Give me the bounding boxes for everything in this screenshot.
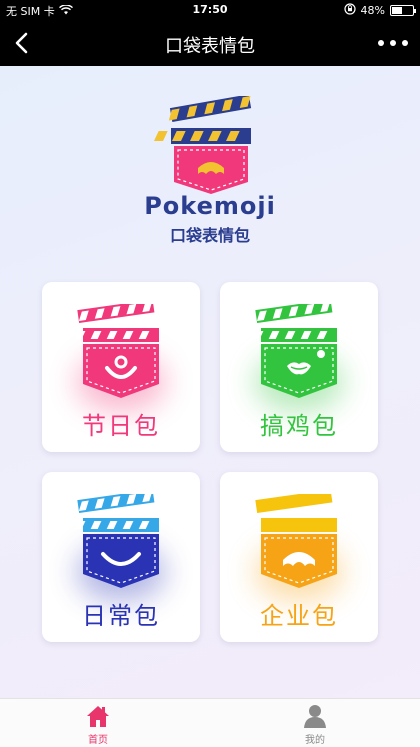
status-right: 48% [343, 3, 416, 18]
nav-bar: 口袋表情包 [0, 20, 420, 66]
page-title: 口袋表情包 [165, 36, 255, 57]
more-menu-icon[interactable] [378, 30, 408, 56]
category-label-funny: 搞鸡包 [260, 412, 338, 440]
battery-percent: 48% [360, 4, 385, 17]
main-content: Pokemoji 口袋表情包 节日包 搞鸡包 日常包 企业包 [0, 66, 420, 698]
category-card-daily[interactable]: 日常包 [42, 472, 200, 642]
tab-home[interactable]: 首页 [58, 703, 138, 746]
logo-subtitle: 口袋表情包 [169, 226, 250, 245]
category-card-funny[interactable]: 搞鸡包 [220, 282, 378, 452]
festival-pocket-icon [74, 304, 159, 398]
category-label-festival: 节日包 [82, 412, 160, 440]
enterprise-pocket-icon [255, 494, 337, 588]
tab-label-home: 首页 [88, 735, 108, 746]
battery-level [392, 7, 402, 14]
category-label-daily: 日常包 [82, 602, 160, 630]
category-card-enterprise[interactable]: 企业包 [220, 472, 378, 642]
tab-label-me: 我的 [305, 735, 325, 746]
category-card-festival[interactable]: 节日包 [42, 282, 200, 452]
tab-me[interactable]: 我的 [275, 703, 355, 746]
funny-pocket-icon [252, 304, 337, 398]
user-icon [304, 705, 326, 728]
home-icon [87, 706, 109, 727]
logo-wordmark: Pokemoji [144, 192, 276, 220]
status-bar: 无 SIM 卡 17:50 48% [0, 0, 420, 20]
category-label-enterprise: 企业包 [260, 602, 338, 630]
bottom-tab-bar: 首页 我的 [0, 698, 420, 747]
orientation-lock-icon [343, 3, 356, 18]
battery-icon [390, 5, 416, 16]
daily-pocket-icon [74, 494, 159, 588]
